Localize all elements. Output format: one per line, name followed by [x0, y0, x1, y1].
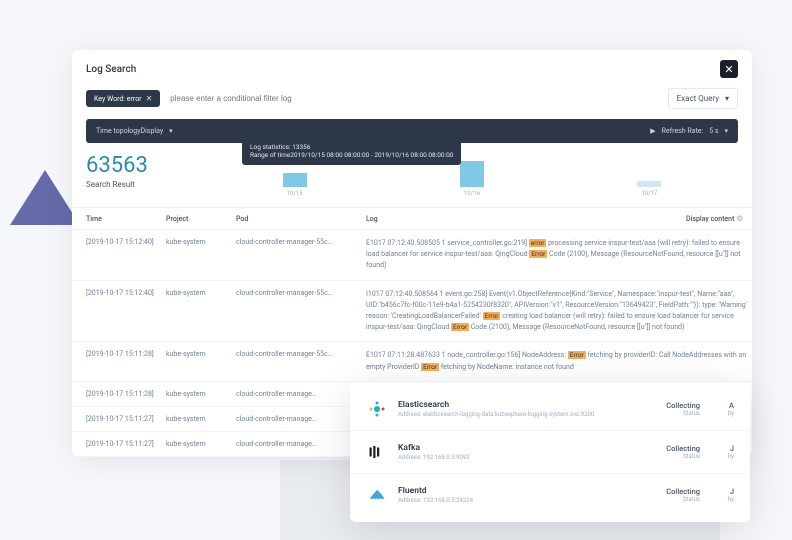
error-badge: Error — [483, 312, 501, 320]
chevron-down-icon: ▾ — [725, 94, 729, 103]
cell-time: [2019-10-17 15:12:40] — [72, 230, 162, 281]
play-icon[interactable]: ▶ — [650, 127, 655, 135]
cell-log: I1017 07:12:40.508564 1 event.go:258] Ev… — [362, 280, 752, 342]
refresh-rate-value[interactable]: 5 s — [709, 127, 718, 135]
cell-time: [2019-10-17 15:11:27] — [72, 431, 162, 456]
search-result-count: 63563 — [86, 153, 206, 178]
error-badge: Error — [568, 351, 586, 359]
table-row[interactable]: [2019-10-17 15:12:40]kube-systemcloud-co… — [72, 280, 752, 342]
refresh-rate-label: Refresh Rate: — [662, 127, 704, 135]
cell-log: E1017 07:12:40.508505 1 service_controll… — [362, 230, 752, 281]
chevron-down-icon[interactable]: ▾ — [724, 127, 728, 135]
table-row[interactable]: [2019-10-17 15:12:40]kube-systemcloud-co… — [72, 230, 752, 281]
col-time[interactable]: Time — [72, 208, 162, 230]
exact-query-label: Exact Query — [677, 94, 719, 103]
bar-col[interactable]: 10/17 — [629, 181, 669, 197]
service-status-label: Status — [666, 496, 700, 503]
cell-time: [2019-10-17 15:12:40] — [72, 280, 162, 342]
cell-project: kube-system — [162, 431, 232, 456]
cell-project: kube-system — [162, 280, 232, 342]
bar-col[interactable]: 10/15 — [275, 173, 315, 197]
cell-time: [2019-10-17 15:11:27] — [72, 406, 162, 431]
service-icon — [366, 484, 388, 506]
cell-project: kube-system — [162, 406, 232, 431]
bar — [637, 181, 661, 187]
service-icon — [366, 441, 388, 463]
close-icon: ✕ — [724, 63, 733, 76]
time-topology-label: Time topologyDisplay — [96, 127, 163, 135]
service-name: Fluentd — [398, 486, 666, 496]
service-meta-label: by — [714, 453, 734, 460]
col-pod[interactable]: Pod — [232, 208, 362, 230]
service-row[interactable]: FluentdAddress: 192.168.0.5:24224Collect… — [350, 474, 750, 516]
decor-triangle — [10, 170, 80, 225]
service-meta: A — [714, 401, 734, 410]
error-badge: error — [529, 239, 547, 247]
bar-chart: 10/15 10/16 10/17 — [206, 153, 738, 197]
gear-icon[interactable]: ⚙ — [736, 214, 743, 223]
cell-pod: cloud-controller-manage… — [232, 406, 362, 431]
close-button[interactable]: ✕ — [720, 60, 738, 78]
service-status-label: Status — [666, 453, 700, 460]
col-display[interactable]: Display content ⚙ — [682, 208, 752, 230]
service-meta-label: by — [714, 496, 734, 503]
filter-row: Key Word: error ✕ Exact Query ▾ — [72, 84, 752, 119]
time-toolbar: Time topologyDisplay ▾ ▶ Refresh Rate: 5… — [86, 119, 738, 143]
error-badge: Error — [529, 250, 547, 258]
filter-chip-keyword[interactable]: Key Word: error ✕ — [86, 90, 160, 107]
bar-label: 10/16 — [464, 190, 480, 197]
window-title: Log Search — [86, 64, 136, 75]
service-name: Kafka — [398, 443, 666, 453]
cell-project: kube-system — [162, 230, 232, 281]
cell-time: [2019-10-17 15:11:28] — [72, 342, 162, 381]
titlebar: Log Search ✕ — [72, 50, 752, 84]
chevron-down-icon[interactable]: ▾ — [169, 127, 173, 135]
service-address: Address: 192.168.0.5:24224 — [398, 497, 666, 504]
table-row[interactable]: [2019-10-17 15:11:28]kube-systemcloud-co… — [72, 342, 752, 381]
cell-pod: cloud-controller-manager-55c… — [232, 342, 362, 381]
service-name: Elasticsearch — [398, 400, 666, 410]
search-result-label: Search Result — [86, 180, 206, 189]
chart-area: 63563 Search Result Log statistics: 1335… — [72, 143, 752, 207]
service-meta: J — [714, 444, 734, 453]
service-row[interactable]: ElasticsearchAddress: elasticsearch-logg… — [350, 388, 750, 431]
bar — [283, 173, 307, 187]
tooltip-line1: Log statistics: 13356 — [250, 143, 453, 151]
col-display-label: Display content — [686, 215, 734, 223]
error-badge: Error — [421, 363, 439, 371]
error-badge: Error — [451, 323, 469, 331]
bar-label: 10/15 — [287, 190, 303, 197]
cell-project: kube-system — [162, 381, 232, 406]
chip-remove-icon[interactable]: ✕ — [146, 94, 153, 103]
cell-pod: cloud-controller-manage… — [232, 431, 362, 456]
bar-col[interactable]: 10/16 — [452, 161, 492, 197]
service-status: Collecting — [666, 401, 700, 410]
col-project[interactable]: Project — [162, 208, 232, 230]
filter-input[interactable] — [166, 90, 661, 107]
cell-pod: cloud-controller-manager-55c… — [232, 280, 362, 342]
service-status: Collecting — [666, 487, 700, 496]
exact-query-dropdown[interactable]: Exact Query ▾ — [668, 88, 738, 109]
cell-time: [2019-10-17 15:11:28] — [72, 381, 162, 406]
service-meta-label: by — [714, 410, 734, 417]
service-row[interactable]: KafkaAddress: 192.168.0.5:9092Collecting… — [350, 431, 750, 474]
bar — [460, 161, 484, 187]
service-icon — [366, 398, 388, 420]
service-status-label: Status — [666, 410, 700, 417]
table-header-row: Time Project Pod Log Display content ⚙ — [72, 208, 752, 230]
bar-label: 10/17 — [641, 190, 657, 197]
cell-pod: cloud-controller-manage… — [232, 381, 362, 406]
col-log[interactable]: Log — [362, 208, 682, 230]
service-address: Address: elasticsearch-logging-data.kube… — [398, 411, 666, 418]
service-address: Address: 192.168.0.5:9092 — [398, 454, 666, 461]
cell-pod: cloud-controller-manager-55c… — [232, 230, 362, 281]
cell-log: E1017 07:11:28.487633 1 node_controller.… — [362, 342, 752, 381]
filter-chip-label: Key Word: error — [94, 95, 142, 103]
service-status: Collecting — [666, 444, 700, 453]
services-card: ElasticsearchAddress: elasticsearch-logg… — [350, 382, 750, 522]
cell-project: kube-system — [162, 342, 232, 381]
service-meta: J — [714, 487, 734, 496]
